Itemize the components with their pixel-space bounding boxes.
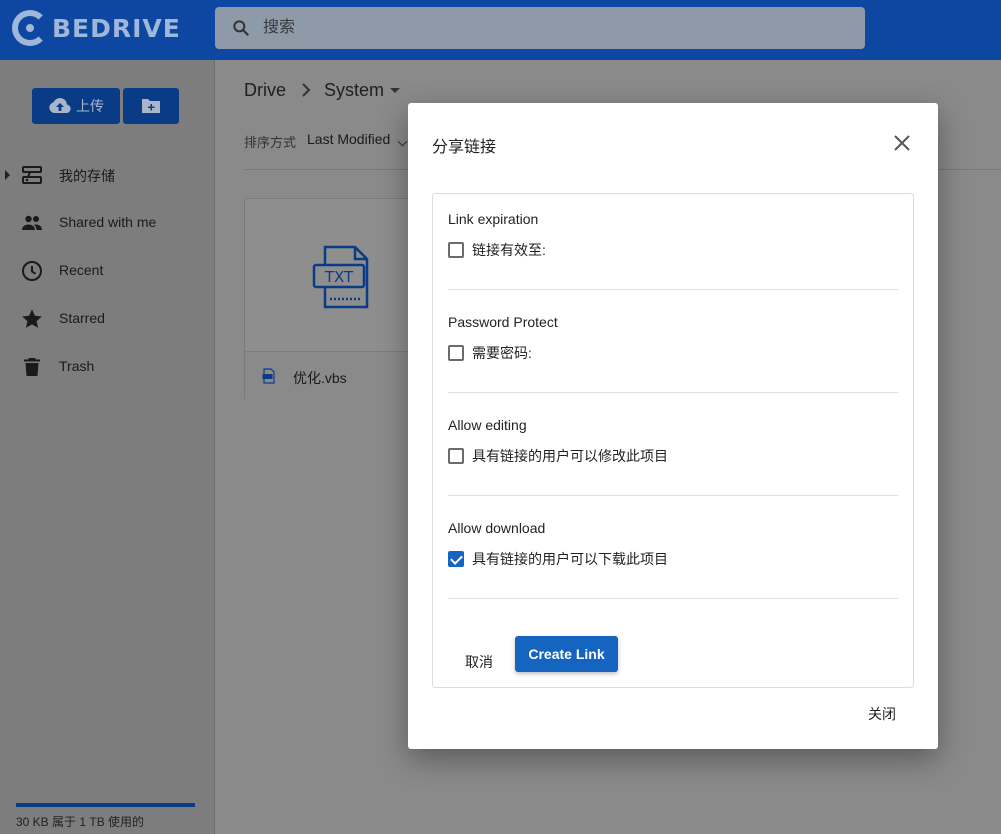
search-icon bbox=[233, 20, 249, 36]
link-expiration-option[interactable]: 链接有效至: bbox=[448, 241, 546, 259]
sidebar: 上传 我的存储 Shared with me Recent Starred Tr… bbox=[0, 60, 215, 834]
breadcrumb-root[interactable]: Drive bbox=[244, 80, 286, 101]
sidebar-item-label: Shared with me bbox=[59, 214, 157, 230]
file-preview: TXT bbox=[245, 199, 415, 351]
sidebar-item-starred[interactable]: Starred bbox=[0, 301, 215, 337]
sort-dropdown[interactable]: Last Modified bbox=[307, 131, 390, 147]
logo-mark-icon bbox=[12, 10, 48, 46]
option-label: 需要密码: bbox=[472, 345, 532, 361]
section-divider bbox=[448, 392, 898, 393]
upload-button[interactable]: 上传 bbox=[32, 88, 120, 124]
storage-icon bbox=[22, 166, 42, 184]
app-logo[interactable]: BEDRIVE bbox=[12, 10, 181, 46]
password-protect-checkbox[interactable] bbox=[448, 345, 464, 361]
section-divider bbox=[448, 495, 898, 496]
file-name: 优化.vbs bbox=[293, 370, 347, 386]
sidebar-item-shared[interactable]: Shared with me bbox=[0, 205, 215, 241]
caret-down-icon bbox=[390, 88, 401, 93]
option-label: 具有链接的用户可以修改此项目 bbox=[472, 448, 668, 464]
section-title: Allow download bbox=[448, 520, 546, 536]
section-title: Password Protect bbox=[448, 314, 558, 330]
breadcrumb-current-label: System bbox=[324, 80, 385, 100]
option-label: 具有链接的用户可以下载此项目 bbox=[472, 551, 668, 567]
allow-editing-checkbox[interactable] bbox=[448, 448, 464, 464]
section-title: Allow editing bbox=[448, 417, 527, 433]
search-input[interactable] bbox=[263, 7, 853, 49]
sidebar-item-label: 我的存储 bbox=[59, 168, 115, 184]
upload-button-label: 上传 bbox=[76, 98, 104, 114]
sidebar-item-label: Trash bbox=[59, 358, 95, 374]
file-small-icon bbox=[262, 368, 275, 384]
new-folder-button[interactable] bbox=[123, 88, 179, 124]
section-divider bbox=[448, 598, 898, 599]
close-button[interactable]: 关闭 bbox=[852, 699, 912, 729]
star-icon bbox=[22, 309, 42, 328]
cloud-upload-icon bbox=[49, 97, 71, 113]
chevron-down-icon[interactable] bbox=[397, 136, 408, 147]
storage-usage-text: 30 KB 属于 1 TB 使用的 bbox=[16, 815, 145, 829]
trash-icon bbox=[24, 358, 40, 376]
allow-download-option[interactable]: 具有链接的用户可以下载此项目 bbox=[448, 550, 668, 568]
chevron-right-icon bbox=[302, 83, 311, 97]
section-title: Link expiration bbox=[448, 211, 539, 227]
sidebar-item-label: Recent bbox=[59, 262, 104, 278]
clock-icon bbox=[22, 261, 42, 281]
share-settings-panel: Link expiration 链接有效至: Password Protect … bbox=[432, 193, 914, 688]
txt-file-icon: TXT bbox=[312, 245, 369, 309]
people-icon bbox=[22, 215, 42, 230]
dialog-title: 分享链接 bbox=[432, 139, 497, 156]
section-divider bbox=[448, 289, 898, 290]
sidebar-item-trash[interactable]: Trash bbox=[0, 349, 215, 385]
breadcrumb-current[interactable]: System bbox=[324, 80, 401, 101]
sidebar-item-label: Starred bbox=[59, 310, 105, 326]
password-protect-option[interactable]: 需要密码: bbox=[448, 344, 532, 362]
option-label: 链接有效至: bbox=[472, 242, 546, 258]
file-type-badge: TXT bbox=[324, 268, 354, 286]
logo-text: BEDRIVE bbox=[52, 13, 181, 43]
sidebar-item-recent[interactable]: Recent bbox=[0, 253, 215, 289]
file-card[interactable]: TXT 优化.vbs bbox=[244, 198, 415, 401]
top-bar: BEDRIVE bbox=[0, 0, 1001, 60]
file-card-footer: 优化.vbs bbox=[245, 351, 415, 401]
search-bar[interactable] bbox=[215, 7, 865, 49]
close-icon[interactable] bbox=[892, 133, 912, 153]
storage-usage-bar bbox=[16, 803, 195, 807]
allow-editing-option[interactable]: 具有链接的用户可以修改此项目 bbox=[448, 447, 668, 465]
share-link-dialog: 分享链接 Link expiration 链接有效至: Password Pro… bbox=[408, 103, 938, 749]
allow-download-checkbox[interactable] bbox=[448, 551, 464, 567]
cancel-button[interactable]: 取消 bbox=[451, 644, 507, 680]
sidebar-item-my-storage[interactable]: 我的存储 bbox=[0, 157, 215, 193]
sort-label: 排序方式 bbox=[244, 135, 297, 150]
link-expiration-checkbox[interactable] bbox=[448, 242, 464, 258]
create-link-button[interactable]: Create Link bbox=[515, 636, 618, 672]
create-folder-icon bbox=[142, 99, 160, 113]
expand-arrow-icon[interactable] bbox=[5, 170, 10, 180]
